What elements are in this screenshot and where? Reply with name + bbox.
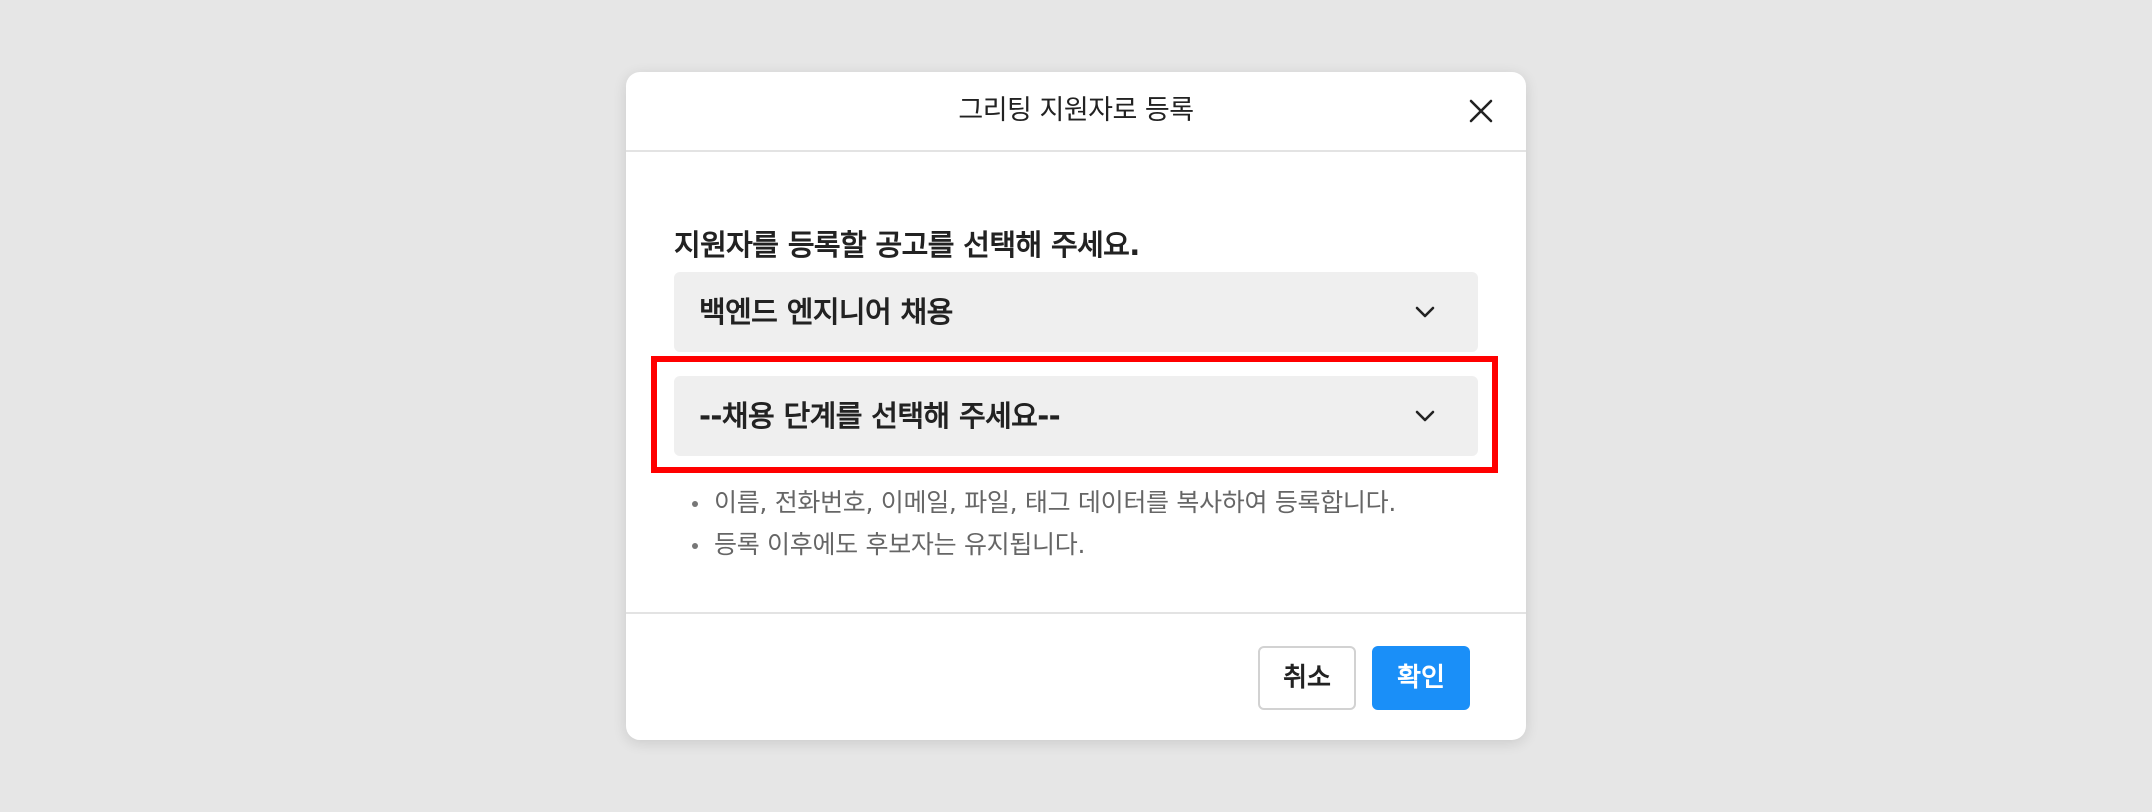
- dialog-title: 그리팅 지원자로 등록: [958, 95, 1194, 126]
- chevron-down-icon: [1412, 299, 1438, 325]
- bullet-icon: [692, 543, 698, 549]
- note-text: 등록 이후에도 후보자는 유지됩니다.: [714, 530, 1086, 559]
- cancel-button[interactable]: 취소: [1258, 646, 1356, 710]
- dialog-header: 그리팅 지원자로 등록: [626, 72, 1526, 152]
- confirm-button[interactable]: 확인: [1372, 646, 1470, 710]
- dialog-footer: 취소 확인: [626, 612, 1526, 740]
- info-notes: 이름, 전화번호, 이메일, 파일, 태그 데이터를 복사하여 등록합니다. 등…: [690, 482, 1490, 566]
- bullet-icon: [692, 501, 698, 507]
- hiring-stage-select[interactable]: --채용 단계를 선택해 주세요--: [674, 376, 1478, 456]
- chevron-down-icon: [1412, 403, 1438, 429]
- note-text: 이름, 전화번호, 이메일, 파일, 태그 데이터를 복사하여 등록합니다.: [714, 488, 1396, 517]
- close-button[interactable]: [1464, 94, 1498, 128]
- note-item: 이름, 전화번호, 이메일, 파일, 태그 데이터를 복사하여 등록합니다.: [690, 482, 1490, 524]
- close-icon: [1469, 99, 1493, 123]
- dialog-prompt: 지원자를 등록할 공고를 선택해 주세요.: [674, 228, 1140, 262]
- job-posting-select[interactable]: 백엔드 엔지니어 채용: [674, 272, 1478, 352]
- hiring-stage-selected-value: --채용 단계를 선택해 주세요--: [699, 399, 1061, 433]
- register-applicant-dialog: 그리팅 지원자로 등록 지원자를 등록할 공고를 선택해 주세요. 백엔드 엔지…: [626, 72, 1526, 740]
- note-item: 등록 이후에도 후보자는 유지됩니다.: [690, 524, 1490, 566]
- job-posting-selected-value: 백엔드 엔지니어 채용: [699, 295, 953, 329]
